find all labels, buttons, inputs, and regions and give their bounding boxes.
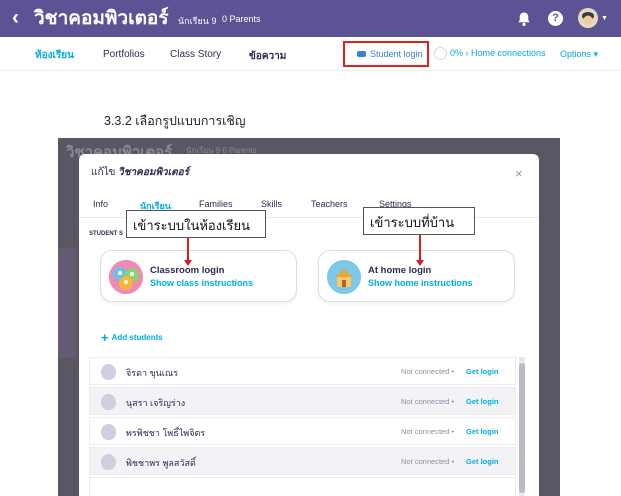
classroom-login-title: Classroom login [150,265,225,276]
scrollbar[interactable] [519,357,525,496]
student-name: จิรดา ขุนเณร [126,368,179,378]
tab-portfolios[interactable]: Portfolios [103,49,145,60]
parents-count[interactable]: 0 Parents [222,14,261,24]
bell-icon[interactable] [516,11,532,27]
connection-status: Not connected • [401,367,454,376]
house-icon [327,260,361,294]
tab-info[interactable]: Info [93,199,108,209]
connection-status-text: Not connected [401,457,450,466]
tab-skills[interactable]: Skills [261,199,282,209]
show-class-instructions-link[interactable]: Show class instructions [150,278,253,288]
chevron-down-icon[interactable]: ▼ [601,15,608,22]
back-chevron-icon[interactable]: ‹ [12,7,19,28]
modal-title-prefix: แก้ไข [91,167,116,178]
get-login-link[interactable]: Get login [466,367,499,376]
scroll-thumb[interactable] [519,363,525,493]
add-students-label: Add students [111,333,163,342]
connection-status-text: Not connected [401,367,450,376]
egg-avatar-icon [101,394,116,410]
students-count[interactable]: นักเรียน 9 [178,14,216,28]
tab-class-story[interactable]: Class Story [170,49,221,60]
status-separator: • [449,457,455,466]
students-icon [357,51,366,57]
avatar[interactable] [578,8,598,28]
options-menu[interactable]: Options ▾ [560,49,598,60]
home-login-title: At home login [368,265,432,276]
student-row[interactable]: นุสรา เจริญร่าง Not connected • Get logi… [89,387,516,415]
connection-status-text: Not connected [401,397,450,406]
tab-classroom[interactable]: ห้องเรียน [35,48,74,63]
student-list[interactable]: จิรดา ขุนเณร Not connected • Get login น… [89,357,525,496]
connection-status: Not connected • [401,427,454,436]
callout-arrowhead-home [416,260,424,266]
embedded-screenshot: วิชาคอมพิวเตอร์ นักเรียน 9 0 Parents แก้… [58,138,560,496]
top-bar: ‹ วิชาคอมพิวเตอร์ นักเรียน 9 0 Parents ?… [0,0,621,37]
status-separator: • [449,397,455,406]
egg-avatar-icon [101,424,116,440]
student-row[interactable]: จิรดา ขุนเณร Not connected • Get login [89,357,516,385]
egg-avatar-icon [101,364,116,380]
student-name: พิชชาพร พูลสวัสดิ์ [126,458,196,468]
edit-class-modal: แก้ไข วิชาคอมพิวเตอร์ × Info นักเรียน Fa… [79,154,539,496]
tab-teachers[interactable]: Teachers [311,199,348,209]
add-students-button[interactable]: + Add students [101,330,163,345]
plus-icon: + [101,330,109,345]
get-login-link[interactable]: Get login [466,427,499,436]
show-home-instructions-link[interactable]: Show home instructions [368,278,473,288]
student-login-button[interactable]: Student login [343,41,429,67]
get-login-link[interactable]: Get login [466,397,499,406]
connection-status: Not connected • [401,397,454,406]
tab-messages[interactable]: ข้อความ [249,49,286,64]
section-label: STUDENT S [89,231,124,237]
home-login-card[interactable]: At home login Show home instructions [318,250,515,302]
get-login-link[interactable]: Get login [466,457,499,466]
student-name: นุสรา เจริญร่าง [126,398,186,408]
status-separator: • [449,427,455,436]
student-row[interactable]: พิชชาพร พูลสวัสดิ์ Not connected • Get l… [89,447,516,475]
callout-arrowhead-classroom [184,260,192,266]
egg-avatar-icon [101,454,116,470]
progress-ring-icon [434,47,447,60]
student-row[interactable] [89,477,516,496]
student-row[interactable]: พรพิชชา โพธิ์ไพจิตร Not connected • Get … [89,417,516,445]
step-caption: 3.3.2 เลือกรูปแบบการเชิญ [104,114,246,128]
student-login-label: Student login [370,49,423,59]
class-title: วิชาคอมพิวเตอร์ [34,8,169,29]
home-connections-link[interactable]: 0% › Home connections [450,48,546,58]
callout-arrow-home [419,235,421,261]
close-icon[interactable]: × [515,166,523,181]
classroom-login-callout: เข้าระบบในห้องเรียน [126,210,266,238]
classroom-login-card[interactable]: Classroom login Show class instructions [100,250,297,302]
callout-arrow-classroom [187,238,189,261]
tab-families[interactable]: Families [199,199,233,209]
background-decoration [58,248,76,358]
student-name: พรพิชชา โพธิ์ไพจิตร [126,428,206,438]
class-monsters-icon [109,260,143,294]
modal-title-class: วิชาคอมพิวเตอร์ [118,167,189,178]
modal-title: แก้ไข วิชาคอมพิวเตอร์ [91,165,189,180]
connection-status-text: Not connected [401,427,450,436]
status-separator: • [449,367,455,376]
home-login-callout: เข้าระบบที่บ้าน [363,207,475,235]
help-icon[interactable]: ? [548,11,563,26]
connection-status: Not connected • [401,457,454,466]
